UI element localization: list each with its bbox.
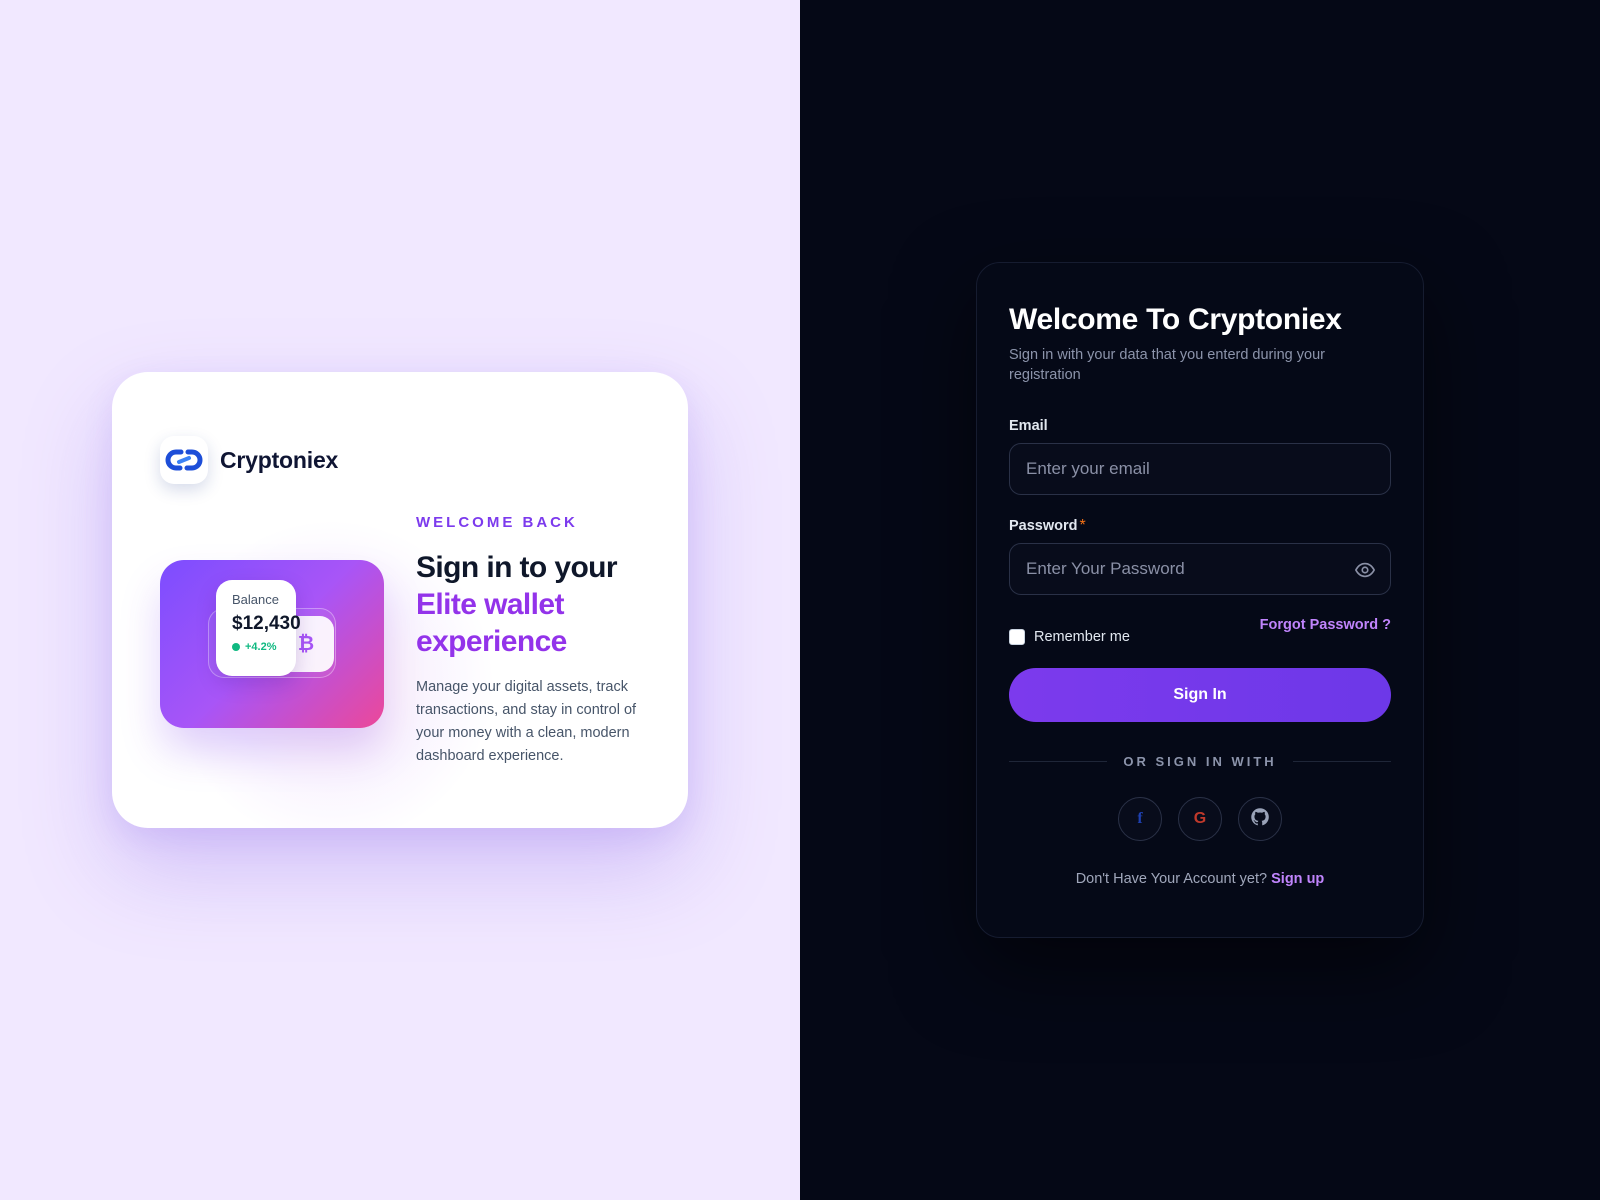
google-button[interactable]: G	[1178, 797, 1222, 841]
required-mark: *	[1079, 517, 1086, 534]
social-divider: OR SIGN IN WITH	[1009, 754, 1391, 769]
github-button[interactable]	[1238, 797, 1282, 841]
brand-description: Manage your digital assets, track transa…	[416, 679, 637, 764]
coin-symbol: ₿	[297, 632, 315, 655]
remember-checkbox[interactable]	[1009, 629, 1025, 645]
signup-row: Don't Have Your Account yet? Sign up	[1009, 871, 1391, 887]
email-input-wrapper	[1009, 443, 1391, 495]
headline-line-2: Elite wallet	[416, 588, 564, 621]
headline-line-3: experience	[416, 625, 567, 658]
login-form: Welcome To Cryptoniex Sign in with your …	[1009, 303, 1391, 887]
password-group: Password *	[1009, 517, 1391, 595]
login-title: Welcome To Cryptoniex	[1009, 303, 1342, 336]
forgot-password-link[interactable]: Forgot Password ?	[1260, 617, 1391, 633]
brand-logo: Cryptoniex	[160, 436, 338, 484]
headline-line-1: Sign in to your	[416, 551, 618, 584]
chain-link-icon	[160, 436, 208, 484]
balance-label: Balance	[232, 592, 279, 607]
sign-in-button[interactable]: Sign In	[1009, 668, 1391, 722]
login-subtitle: Sign in with your data that you enterd d…	[1009, 347, 1325, 383]
eyebrow-text: WELCOME BACK	[416, 514, 578, 531]
balance-change-value: +4.2%	[245, 641, 277, 653]
headline: Sign in to your Elite wallet experience	[416, 549, 652, 660]
password-input-wrapper	[1009, 543, 1391, 595]
balance-card: Balance $12,430 +4.2%	[216, 580, 301, 676]
divider-line-left	[1009, 761, 1108, 762]
facebook-button[interactable]: f	[1118, 797, 1162, 841]
email-label: Email	[1009, 418, 1048, 434]
balance-value: $12,430	[232, 613, 301, 634]
divider-text: OR SIGN IN WITH	[1123, 754, 1277, 769]
email-input[interactable]	[1010, 444, 1390, 494]
brand-name: Cryptoniex	[220, 446, 339, 473]
password-label-row: Password *	[1009, 517, 1391, 535]
brand-panel: Cryptoniex ₿ Balance $12,430 +4.2% WELCO…	[0, 0, 800, 1200]
google-icon: G	[1193, 810, 1207, 827]
facebook-icon: f	[1137, 810, 1143, 827]
status-dot-icon	[232, 643, 240, 651]
github-icon	[1250, 807, 1270, 832]
wallet-illustration: ₿ Balance $12,430 +4.2%	[160, 560, 384, 728]
login-card: Welcome To Cryptoniex Sign in with your …	[976, 262, 1424, 938]
sign-up-link[interactable]: Sign up	[1271, 871, 1324, 887]
password-input[interactable]	[1010, 544, 1390, 594]
social-buttons: f G	[1009, 797, 1391, 841]
brand-card: Cryptoniex ₿ Balance $12,430 +4.2% WELCO…	[112, 372, 688, 828]
divider-line-right	[1292, 761, 1391, 762]
remember-label: Remember me	[1034, 629, 1130, 645]
options-row: Remember me Forgot Password ?	[1009, 617, 1391, 657]
signup-prompt: Don't Have Your Account yet?	[1075, 871, 1268, 887]
welcome-copy: WELCOME BACK Sign in to your Elite walle…	[416, 514, 652, 768]
balance-change: +4.2%	[232, 641, 296, 653]
eye-icon[interactable]	[1354, 559, 1376, 586]
remember-me[interactable]: Remember me	[1009, 629, 1130, 645]
password-label: Password	[1009, 518, 1078, 534]
email-group: Email	[1009, 417, 1391, 495]
